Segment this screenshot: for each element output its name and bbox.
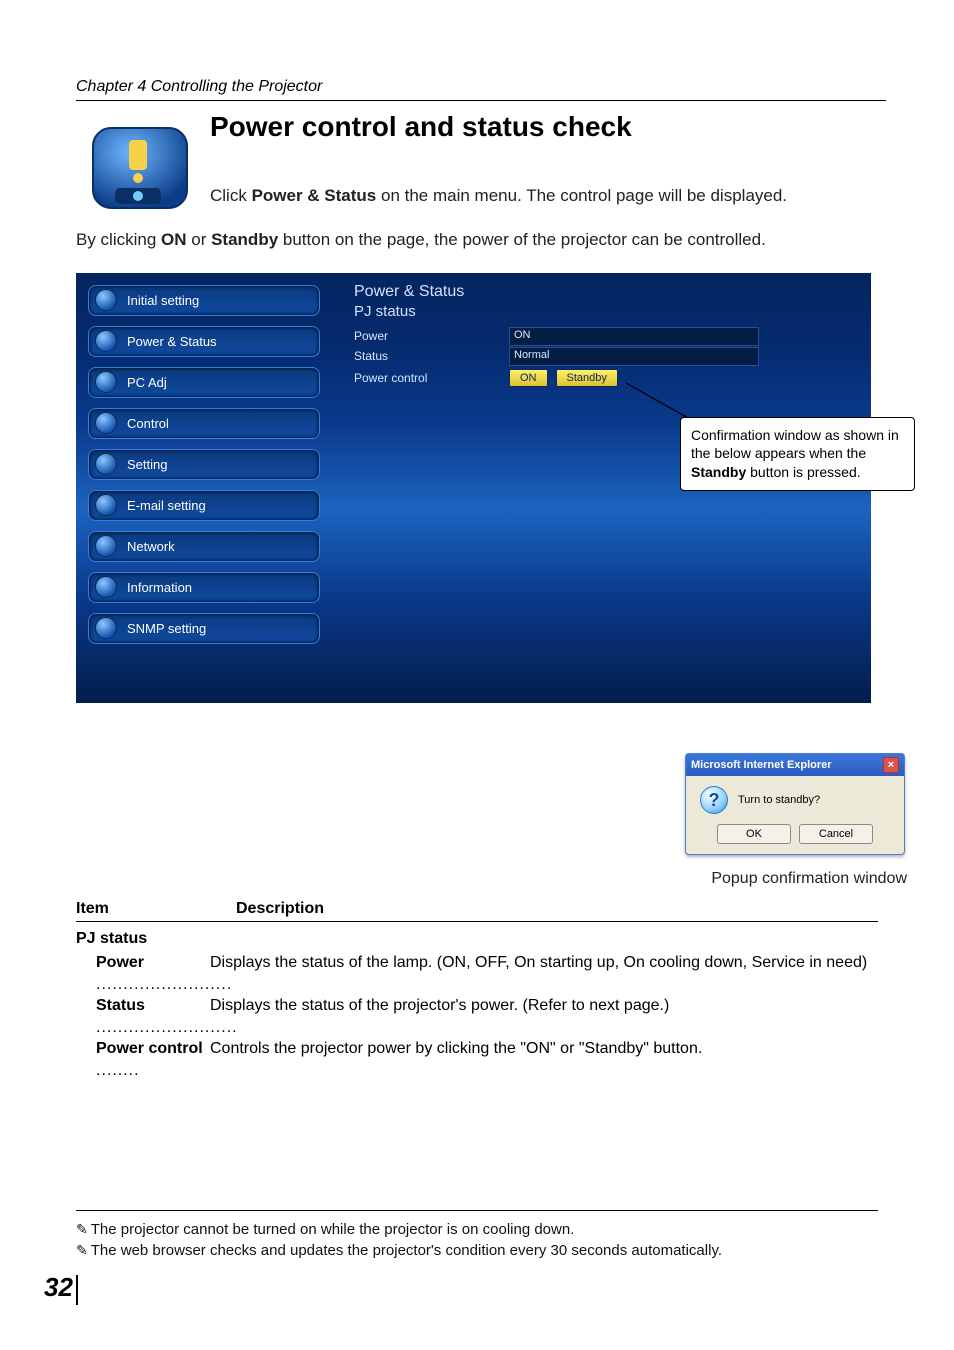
note-icon: ✎	[76, 1242, 88, 1258]
page-title: Power control and status check	[210, 111, 886, 143]
callout-box: Confirmation window as shown in the belo…	[680, 417, 915, 492]
sidebar-item-control[interactable]: Control	[88, 408, 320, 439]
sidebar-item-snmp-setting[interactable]: SNMP setting	[88, 613, 320, 644]
label-power: Power	[354, 327, 509, 346]
intro-paragraph-1: Click Power & Status on the main menu. T…	[210, 183, 886, 209]
sidebar-item-pc-adj[interactable]: PC Adj	[88, 367, 320, 398]
sidebar-item-network[interactable]: Network	[88, 531, 320, 562]
table-row: Power control ........ Controls the proj…	[76, 1038, 878, 1081]
mail-icon	[95, 494, 117, 516]
intro-paragraph-2: By clicking ON or Standby button on the …	[76, 227, 886, 253]
monitor-icon	[95, 371, 117, 393]
row-power: Power ON	[354, 327, 784, 346]
question-icon: ?	[700, 786, 728, 814]
value-power: ON	[509, 327, 759, 346]
col-item: Item	[76, 900, 236, 918]
confirmation-popup: Microsoft Internet Explorer × ? Turn to …	[685, 753, 905, 855]
description-table: Item Description PJ status Power .......…	[76, 900, 878, 1082]
sidebar-item-power-status[interactable]: Power & Status	[88, 326, 320, 357]
close-icon[interactable]: ×	[883, 757, 899, 773]
control-icon	[95, 412, 117, 434]
label-status: Status	[354, 347, 509, 366]
col-description: Description	[236, 900, 324, 918]
value-status: Normal	[509, 347, 759, 366]
label-power-control: Power control	[354, 369, 509, 388]
standby-button[interactable]: Standby	[556, 369, 618, 387]
page-number-bar	[76, 1275, 78, 1305]
section-hero-icon	[76, 115, 204, 225]
on-button[interactable]: ON	[509, 369, 548, 387]
popup-message: Turn to standby?	[738, 794, 820, 806]
footnotes: ✎The projector cannot be turned on while…	[76, 1210, 878, 1263]
projector-ui-screenshot: Initial setting Power & Status PC Adj Co…	[76, 273, 871, 703]
row-status: Status Normal	[354, 347, 784, 366]
gear-icon	[95, 289, 117, 311]
ok-button[interactable]: OK	[717, 824, 791, 844]
cancel-button[interactable]: Cancel	[799, 824, 873, 844]
table-row: Status .......................... Displa…	[76, 995, 878, 1038]
power-icon	[95, 330, 117, 352]
page-number: 32	[44, 1272, 73, 1303]
wrench-icon	[95, 453, 117, 475]
subhead-pj-status: PJ status	[76, 930, 878, 948]
sidebar-item-setting[interactable]: Setting	[88, 449, 320, 480]
note-icon: ✎	[76, 1221, 88, 1237]
popup-caption: Popup confirmation window	[711, 870, 907, 888]
sidebar-item-information[interactable]: Information	[88, 572, 320, 603]
snmp-icon	[95, 617, 117, 639]
sidebar-menu: Initial setting Power & Status PC Adj Co…	[88, 285, 320, 654]
panel-subtitle: PJ status	[354, 303, 416, 320]
sidebar-item-initial-setting[interactable]: Initial setting	[88, 285, 320, 316]
info-icon	[95, 576, 117, 598]
panel-title: Power & Status	[354, 283, 464, 301]
globe-icon	[95, 535, 117, 557]
table-row: Power ......................... Displays…	[76, 952, 878, 995]
chapter-heading: Chapter 4 Controlling the Projector	[76, 78, 886, 101]
popup-title: Microsoft Internet Explorer	[691, 759, 832, 771]
row-power-control: Power control ON Standby	[354, 369, 784, 388]
sidebar-item-email-setting[interactable]: E-mail setting	[88, 490, 320, 521]
